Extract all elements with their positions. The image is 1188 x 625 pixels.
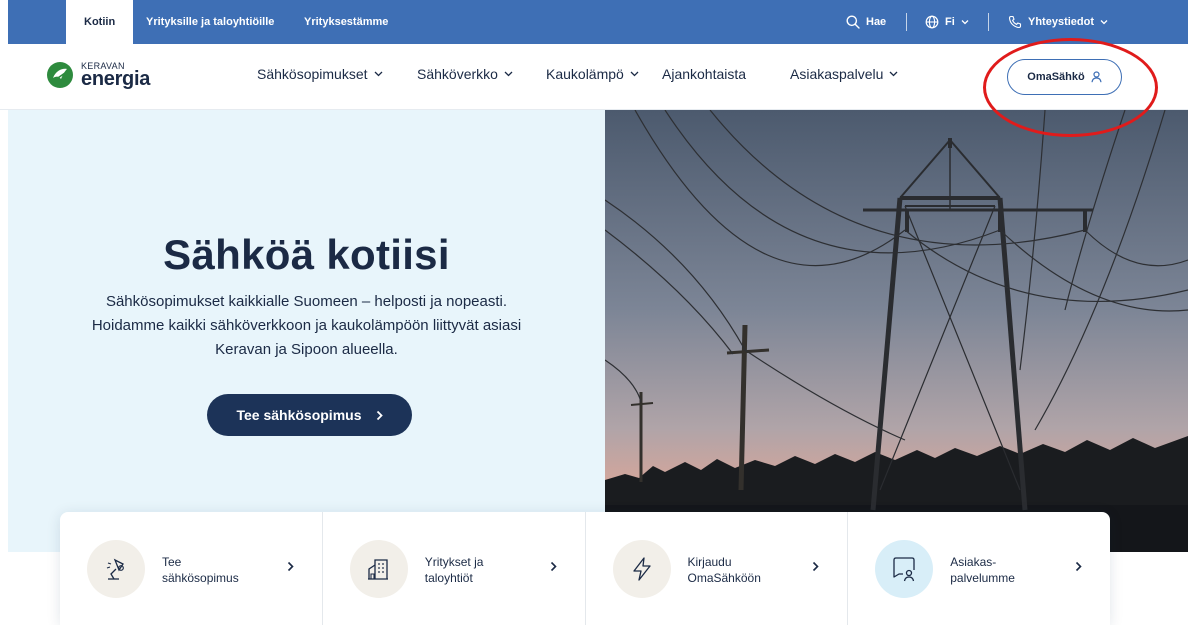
icon-circle (87, 540, 145, 598)
nav-ajankohtaista[interactable]: Ajankohtaista (662, 66, 746, 82)
nav-kaukolampo[interactable]: Kaukolämpö (546, 66, 639, 82)
quick-link-kirjaudu[interactable]: Kirjaudu OmaSähköön (586, 512, 849, 625)
hero-panel: Sähköä kotiisi Sähkösopimukset kaikkiall… (8, 110, 605, 552)
quick-link-line: OmaSähköön (687, 571, 761, 585)
top-utility-bar: Kotiin Yrityksille ja taloyhtiöille Yrit… (8, 0, 1188, 44)
tee-sahkosopimus-button[interactable]: Tee sähkösopimus (207, 394, 412, 436)
chat-person-icon (893, 557, 915, 582)
logo-big-text: energia (81, 68, 151, 90)
omasahko-login-button[interactable]: OmaSähkö (1007, 59, 1122, 95)
icon-circle (875, 540, 934, 598)
quick-link-asiakaspalvelu[interactable]: Asiakas- palvelumme (848, 512, 1110, 625)
divider (988, 13, 989, 31)
quick-link-label: Asiakas- palvelumme (950, 554, 1050, 586)
quick-link-line: sähkösopimus (162, 571, 239, 585)
nav-label: Asiakaspalvelu (790, 66, 884, 82)
quick-link-line: Yritykset ja (424, 555, 484, 569)
nav-sahkosopimukset[interactable]: Sähkösopimukset (257, 66, 383, 82)
icon-circle (349, 540, 408, 598)
logo[interactable]: KERAVAN energia (46, 56, 176, 98)
cta-label: Tee sähkösopimus (236, 407, 362, 423)
search-icon (846, 15, 860, 29)
hero-description: Sähkösopimukset kaikkialle Suomeen – hel… (28, 290, 585, 362)
quick-link-line: taloyhtiöt (424, 571, 473, 585)
language-label: Fi (945, 16, 955, 28)
nav-sahkoverkko[interactable]: Sähköverkko (417, 66, 513, 82)
chevron-right-icon (376, 410, 383, 420)
nav-label: Kaukolämpö (546, 66, 624, 82)
hero-line: Keravan ja Sipoon alueella. (215, 341, 398, 358)
globe-icon (925, 15, 939, 29)
lamp-icon (106, 558, 124, 580)
quick-link-label: Kirjaudu OmaSähköön (688, 554, 788, 586)
quick-link-label: Yritykset ja taloyhtiöt (425, 554, 525, 586)
main-navigation: KERAVAN energia Sähkösopimukset Sähköver… (0, 44, 1188, 110)
nav-asiakaspalvelu[interactable]: Asiakaspalvelu (790, 66, 898, 82)
tab-label: Yrityksille ja taloyhtiöille (146, 16, 275, 28)
contact-label: Yhteystiedot (1028, 16, 1095, 28)
hero-line: Sähkösopimukset kaikkialle Suomeen – hel… (105, 293, 508, 310)
chevron-down-icon (889, 71, 898, 77)
tab-kotiin[interactable]: Kotiin (66, 0, 134, 44)
page: Kotiin Yrityksille ja taloyhtiöille Yrit… (0, 0, 1188, 625)
lightning-icon (632, 557, 651, 581)
tab-yrityksille[interactable]: Yrityksille ja taloyhtiöille (146, 0, 274, 44)
building-icon (367, 559, 388, 580)
quick-link-label: Tee sähkösopimus (162, 554, 262, 586)
search-button[interactable]: Hae (846, 0, 886, 44)
chevron-right-icon (287, 561, 294, 572)
quick-link-line: Kirjaudu (687, 555, 732, 569)
logo-mark-icon (47, 62, 73, 88)
chevron-right-icon (1075, 561, 1082, 572)
tab-label: Kotiin (84, 16, 116, 28)
icon-circle (612, 540, 671, 598)
tab-label: Yrityksestämme (304, 16, 389, 28)
search-label: Hae (866, 16, 887, 28)
quick-link-yritykset[interactable]: Yritykset ja taloyhtiöt (323, 512, 586, 625)
chevron-down-icon (1100, 20, 1108, 25)
chevron-down-icon (961, 20, 969, 25)
power-lines-photo (605, 110, 1188, 552)
language-selector[interactable]: Fi (925, 0, 969, 44)
divider (906, 13, 907, 31)
chevron-right-icon (813, 561, 819, 572)
hero-image-power-lines (605, 110, 1188, 552)
hero-title: Sähköä kotiisi (163, 231, 450, 278)
quick-links: Tee sähkösopimus Yritykset ja taloyhtiöt… (60, 512, 1110, 625)
chevron-down-icon (504, 71, 513, 77)
tab-yrityksestamme[interactable]: Yrityksestämme (304, 0, 388, 44)
chevron-right-icon (550, 561, 557, 572)
chevron-down-icon (374, 71, 382, 77)
user-icon (1091, 71, 1102, 83)
nav-label: Sähkösopimukset (257, 66, 368, 82)
nav-label: Ajankohtaista (662, 66, 747, 82)
login-label: OmaSähkö (1027, 71, 1085, 83)
quick-link-tee-sahkosopimus[interactable]: Tee sähkösopimus (60, 512, 323, 625)
hero-line: Hoidamme kaikki sähköverkkoon ja kaukolä… (91, 317, 522, 334)
quick-link-line: Tee (162, 555, 182, 569)
nav-label: Sähköverkko (417, 66, 498, 82)
quick-link-line: Asiakas- (950, 555, 997, 569)
quick-link-line: palvelumme (950, 571, 1015, 585)
phone-icon (1008, 15, 1022, 29)
chevron-down-icon (630, 71, 639, 77)
contact-menu[interactable]: Yhteystiedot (1008, 0, 1108, 44)
